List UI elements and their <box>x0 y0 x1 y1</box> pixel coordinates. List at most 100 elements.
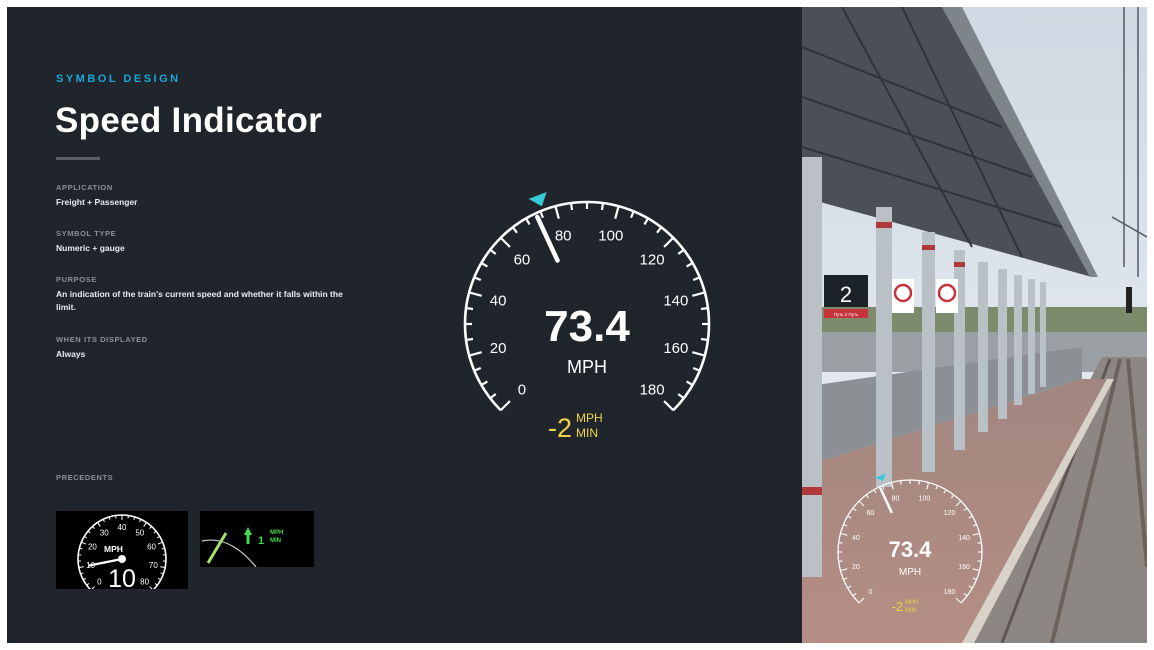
precedent-rate-unit-bottom: MIN <box>270 538 281 544</box>
gauge-tick <box>686 380 694 386</box>
gauge-tick <box>643 217 649 225</box>
spec-value: Always <box>56 349 86 359</box>
gauge-tick-label: 120 <box>640 251 665 268</box>
overlay-speed-value: 73.4 <box>889 537 933 562</box>
gauge-tick <box>569 202 574 211</box>
precedents-label: PRECEDENTS <box>56 473 114 482</box>
gauge-tick-label: 60 <box>514 251 531 268</box>
gauge-tick-label: 40 <box>118 523 127 532</box>
speed-gauge: 0 20 40 60 80 100 120 140 160 180 73.4 MPH -2 MPH… <box>447 179 727 474</box>
gauge-tick-label: 100 <box>919 495 931 502</box>
gauge-tick <box>918 480 920 485</box>
gauge-tick <box>663 400 675 412</box>
precedent-green-needle <box>206 532 228 564</box>
precedent-speedometer-graphic: 01020304050607080 MPH 10 <box>77 514 167 589</box>
spec-application: APPLICATION Freight + Passenger <box>56 183 376 209</box>
gauge-tick-label: 20 <box>490 340 507 357</box>
spec-value: An indication of the train's current spe… <box>56 289 343 312</box>
gauge-tick <box>511 226 518 234</box>
precedent-digital-value: 10 <box>108 565 136 589</box>
slide: SYMBOL DESIGN Speed Indicator APPLICATIO… <box>7 7 1147 643</box>
gauge-tick <box>78 566 84 569</box>
acceleration-unit-bottom: MIN <box>576 426 598 440</box>
gauge-tick <box>900 480 902 485</box>
gauge-tick-label: 50 <box>135 528 144 537</box>
gauge-tick <box>677 393 685 400</box>
gauge-tick <box>480 380 488 386</box>
acceleration-value: -2 <box>548 413 572 443</box>
gauge-tick <box>473 276 482 282</box>
spec-symbol-type: SYMBOL TYPE Numeric + gauge <box>56 229 376 255</box>
speed-value: 73.4 <box>544 302 630 351</box>
precedent-unit: MPH <box>104 544 123 554</box>
gauge-tick <box>692 351 706 357</box>
gauge-tick <box>160 572 164 575</box>
spec-label: APPLICATION <box>56 183 113 192</box>
section-kicker: SYMBOL DESIGN <box>56 73 181 85</box>
gauge-tick-label: 100 <box>598 228 623 245</box>
station-platform-scene: 2 Путь 2 Путь 0 20 40 60 80 100 120 140 160 180 <box>802 7 1147 643</box>
gauge-tick-label: 0 <box>868 589 872 596</box>
gauge-tick <box>161 547 165 550</box>
gauge-tick-label: 80 <box>555 228 572 245</box>
title-divider <box>56 157 100 160</box>
gauge-tick <box>79 547 83 550</box>
gauge-tick <box>977 542 982 544</box>
gauge-tick <box>499 400 511 412</box>
gauge-tick-label: 30 <box>100 528 109 537</box>
gauge-tick <box>80 572 84 575</box>
acceleration-unit-top: MPH <box>576 411 603 425</box>
gauge-tick <box>663 236 675 248</box>
page-title: Speed Indicator <box>55 101 323 140</box>
gauge-tick <box>149 586 153 589</box>
gauge-tick <box>468 351 482 357</box>
arrow-up-icon <box>244 527 252 544</box>
gauge-tick <box>614 205 620 219</box>
speed-unit: MPH <box>567 357 607 377</box>
gauge-tick <box>489 393 497 400</box>
gauge-tick <box>629 210 635 219</box>
gauge-tick <box>677 248 685 255</box>
gauge-tick-label: 180 <box>640 381 665 398</box>
platform-number: 2 <box>840 282 852 307</box>
gauge-tick <box>143 522 147 527</box>
gauge-tick-label: 80 <box>892 495 900 502</box>
gauge-tick <box>102 519 105 523</box>
spec-label: PURPOSE <box>56 275 97 284</box>
gauge-tick-label: 60 <box>147 543 156 552</box>
gauge-tick <box>157 577 162 581</box>
gauge-tick-label: 140 <box>663 293 688 310</box>
gauge-tick <box>82 577 87 581</box>
gauge-tick-label: 140 <box>958 535 970 542</box>
gauge-tick-label: 20 <box>88 543 97 552</box>
gauge-tick <box>81 541 87 545</box>
gauge-tick <box>139 519 142 523</box>
gauge-tick <box>480 262 488 268</box>
precedent-partial-dial <box>201 539 257 567</box>
gauge-tick <box>84 535 88 539</box>
gauge-tick <box>473 366 482 372</box>
gauge-tick <box>499 236 511 248</box>
gauge-tick <box>160 566 166 569</box>
speed-gauge-graphic: 0 20 40 60 80 100 120 140 160 180 73.4 MPH -2 MPH… <box>463 192 711 443</box>
spec-when-displayed: WHEN ITS DISPLAYED Always <box>56 335 376 361</box>
spec-value: Freight + Passenger <box>56 197 138 207</box>
gauge-tick-label: 180 <box>944 589 956 596</box>
gauge-tick <box>149 526 152 529</box>
gauge-tick <box>468 291 482 297</box>
gauge-tick <box>554 205 560 219</box>
spec-label: SYMBOL TYPE <box>56 229 117 238</box>
gauge-tick <box>539 210 545 219</box>
gauge-tick <box>838 542 843 544</box>
info-panel: SYMBOL DESIGN Speed Indicator APPLICATIO… <box>7 7 802 643</box>
gauge-tick <box>465 306 474 311</box>
overlay-acceleration-value: -2 <box>891 599 903 614</box>
gauge-tick-label: 40 <box>490 293 507 310</box>
gauge-tick <box>92 526 95 529</box>
precedent-digital-graphic: 1 MPH MIN <box>201 527 283 567</box>
gauge-tick-label: 20 <box>852 564 860 571</box>
precedent-needle-hub <box>118 555 126 563</box>
speed-limit-marker-icon <box>528 192 547 207</box>
overlay-acceleration-unit-top: MPH <box>905 600 918 606</box>
gauge-tick-label: 60 <box>867 510 875 517</box>
